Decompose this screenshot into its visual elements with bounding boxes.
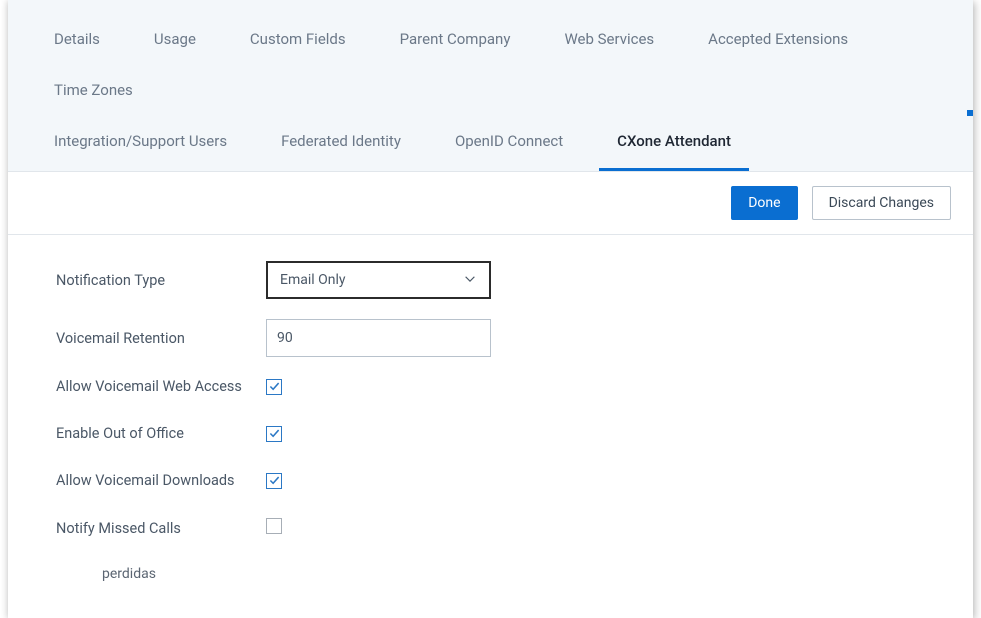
checkmark-icon [269, 428, 280, 439]
tab-cxone-attendant[interactable]: CXone Attendant [599, 120, 749, 171]
tab-details[interactable]: Details [36, 18, 118, 69]
discard-changes-button[interactable]: Discard Changes [812, 186, 951, 220]
tab-usage[interactable]: Usage [136, 18, 214, 69]
tab-accepted-extensions[interactable]: Accepted Extensions [690, 18, 866, 69]
label-enable-ooo: Enable Out of Office [56, 425, 266, 442]
settings-panel: Details Usage Custom Fields Parent Compa… [8, 0, 973, 618]
allow-web-access-checkbox[interactable] [266, 379, 282, 395]
scroll-indicator [967, 110, 973, 116]
notification-type-select[interactable]: Email Only [266, 261, 491, 299]
voicemail-retention-input[interactable] [266, 319, 491, 357]
tab-time-zones[interactable]: Time Zones [36, 69, 151, 120]
tab-federated-identity[interactable]: Federated Identity [263, 120, 419, 171]
tab-header: Details Usage Custom Fields Parent Compa… [8, 0, 973, 171]
actions-bar: Done Discard Changes [8, 172, 973, 235]
checkmark-icon [269, 475, 280, 486]
tab-integration-support-users[interactable]: Integration/Support Users [36, 120, 245, 171]
label-allow-web-access: Allow Voicemail Web Access [56, 378, 266, 395]
row-voicemail-retention: Voicemail Retention [56, 319, 925, 357]
row-allow-downloads: Allow Voicemail Downloads [56, 471, 925, 490]
row-notify-missed: Notify Missed Calls [56, 518, 925, 538]
form-area: Notification Type Email Only Voicemail R… [8, 235, 973, 618]
chevron-down-icon [463, 271, 477, 290]
label-voicemail-retention: Voicemail Retention [56, 330, 266, 347]
tab-parent-company[interactable]: Parent Company [382, 18, 529, 69]
tab-custom-fields[interactable]: Custom Fields [232, 18, 364, 69]
tab-openid-connect[interactable]: OpenID Connect [437, 120, 581, 171]
label-notification-type: Notification Type [56, 272, 266, 289]
checkmark-icon [269, 381, 280, 392]
tab-web-services[interactable]: Web Services [546, 18, 672, 69]
done-button[interactable]: Done [731, 186, 797, 220]
enable-ooo-checkbox[interactable] [266, 426, 282, 442]
notify-missed-checkbox[interactable] [266, 518, 282, 534]
stray-text: perdidas [56, 566, 925, 582]
allow-downloads-checkbox[interactable] [266, 473, 282, 489]
label-allow-downloads: Allow Voicemail Downloads [56, 472, 266, 489]
row-notification-type: Notification Type Email Only [56, 261, 925, 299]
row-enable-ooo: Enable Out of Office [56, 424, 925, 443]
row-allow-web-access: Allow Voicemail Web Access [56, 377, 925, 396]
notification-type-value: Email Only [280, 272, 346, 288]
